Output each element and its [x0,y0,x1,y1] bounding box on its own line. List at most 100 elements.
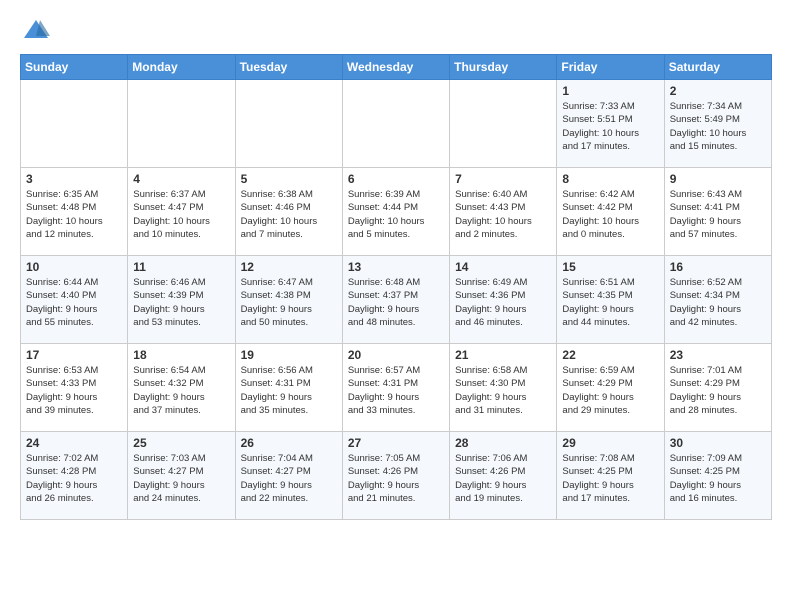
weekday-header-tuesday: Tuesday [235,55,342,80]
day-number: 8 [562,172,658,186]
day-number: 26 [241,436,337,450]
day-info: Sunrise: 6:37 AM Sunset: 4:47 PM Dayligh… [133,188,229,241]
calendar-cell [342,80,449,168]
calendar-cell: 1 Sunrise: 7:33 AM Sunset: 5:51 PM Daylig… [557,80,664,168]
calendar-cell: 30 Sunrise: 7:09 AM Sunset: 4:25 PM Dayli… [664,432,771,520]
day-info: Sunrise: 7:34 AM Sunset: 5:49 PM Dayligh… [670,100,766,153]
day-number: 22 [562,348,658,362]
calendar-cell [21,80,128,168]
calendar-cell: 28 Sunrise: 7:06 AM Sunset: 4:26 PM Dayli… [450,432,557,520]
calendar-cell: 21Sunrise: 6:58 AM Sunset: 4:30 PM Dayli… [450,344,557,432]
week-row-2: 10 Sunrise: 6:44 AM Sunset: 4:40 PM Dayli… [21,256,772,344]
weekday-header-saturday: Saturday [664,55,771,80]
week-row-4: 24 Sunrise: 7:02 AM Sunset: 4:28 PM Dayli… [21,432,772,520]
calendar-cell: 23 Sunrise: 7:01 AM Sunset: 4:29 PM Dayli… [664,344,771,432]
day-number: 20 [348,348,444,362]
weekday-header-friday: Friday [557,55,664,80]
day-info: Sunrise: 7:02 AM Sunset: 4:28 PM Dayligh… [26,452,122,505]
day-info: Sunrise: 6:47 AM Sunset: 4:38 PM Dayligh… [241,276,337,329]
day-number: 19 [241,348,337,362]
calendar-cell [128,80,235,168]
day-number: 10 [26,260,122,274]
day-number: 23 [670,348,766,362]
calendar-cell: 11 Sunrise: 6:46 AM Sunset: 4:39 PM Dayli… [128,256,235,344]
day-info: Sunrise: 7:06 AM Sunset: 4:26 PM Dayligh… [455,452,551,505]
day-number: 12 [241,260,337,274]
day-info: Sunrise: 6:40 AM Sunset: 4:43 PM Dayligh… [455,188,551,241]
day-number: 14 [455,260,551,274]
calendar-cell: 22 Sunrise: 6:59 AM Sunset: 4:29 PM Dayli… [557,344,664,432]
weekday-header-wednesday: Wednesday [342,55,449,80]
header [20,16,772,44]
calendar-cell: 5 Sunrise: 6:38 AM Sunset: 4:46 PM Daylig… [235,168,342,256]
calendar-cell: 19Sunrise: 6:56 AM Sunset: 4:31 PM Dayli… [235,344,342,432]
day-number: 18 [133,348,229,362]
day-info: Sunrise: 6:57 AM Sunset: 4:31 PM Dayligh… [348,364,444,417]
calendar-cell: 4 Sunrise: 6:37 AM Sunset: 4:47 PM Daylig… [128,168,235,256]
day-number: 16 [670,260,766,274]
day-number: 1 [562,84,658,98]
day-number: 15 [562,260,658,274]
day-number: 3 [26,172,122,186]
day-number: 29 [562,436,658,450]
day-info: Sunrise: 6:51 AM Sunset: 4:35 PM Dayligh… [562,276,658,329]
calendar-cell: 18 Sunrise: 6:54 AM Sunset: 4:32 PM Dayli… [128,344,235,432]
day-info: Sunrise: 6:52 AM Sunset: 4:34 PM Dayligh… [670,276,766,329]
week-row-0: 1 Sunrise: 7:33 AM Sunset: 5:51 PM Daylig… [21,80,772,168]
calendar-cell: 2Sunrise: 7:34 AM Sunset: 5:49 PM Daylig… [664,80,771,168]
calendar-cell: 6 Sunrise: 6:39 AM Sunset: 4:44 PM Daylig… [342,168,449,256]
day-number: 13 [348,260,444,274]
day-info: Sunrise: 6:53 AM Sunset: 4:33 PM Dayligh… [26,364,122,417]
calendar-cell: 12 Sunrise: 6:47 AM Sunset: 4:38 PM Dayli… [235,256,342,344]
day-info: Sunrise: 7:03 AM Sunset: 4:27 PM Dayligh… [133,452,229,505]
calendar-cell: 16 Sunrise: 6:52 AM Sunset: 4:34 PM Dayli… [664,256,771,344]
calendar-cell: 7 Sunrise: 6:40 AM Sunset: 4:43 PM Daylig… [450,168,557,256]
day-info: Sunrise: 7:09 AM Sunset: 4:25 PM Dayligh… [670,452,766,505]
day-info: Sunrise: 6:44 AM Sunset: 4:40 PM Dayligh… [26,276,122,329]
day-number: 5 [241,172,337,186]
logo [20,16,50,44]
day-number: 30 [670,436,766,450]
calendar-cell [235,80,342,168]
day-info: Sunrise: 7:01 AM Sunset: 4:29 PM Dayligh… [670,364,766,417]
calendar-header: SundayMondayTuesdayWednesdayThursdayFrid… [21,55,772,80]
day-number: 28 [455,436,551,450]
day-info: Sunrise: 6:46 AM Sunset: 4:39 PM Dayligh… [133,276,229,329]
calendar-cell: 24 Sunrise: 7:02 AM Sunset: 4:28 PM Dayli… [21,432,128,520]
day-info: Sunrise: 7:33 AM Sunset: 5:51 PM Dayligh… [562,100,658,153]
day-info: Sunrise: 6:39 AM Sunset: 4:44 PM Dayligh… [348,188,444,241]
day-number: 6 [348,172,444,186]
calendar-cell: 20 Sunrise: 6:57 AM Sunset: 4:31 PM Dayli… [342,344,449,432]
day-number: 9 [670,172,766,186]
calendar-cell: 27Sunrise: 7:05 AM Sunset: 4:26 PM Dayli… [342,432,449,520]
calendar-cell: 17 Sunrise: 6:53 AM Sunset: 4:33 PM Dayli… [21,344,128,432]
calendar-cell [450,80,557,168]
weekday-header-monday: Monday [128,55,235,80]
calendar-cell: 13 Sunrise: 6:48 AM Sunset: 4:37 PM Dayli… [342,256,449,344]
day-number: 11 [133,260,229,274]
day-info: Sunrise: 6:59 AM Sunset: 4:29 PM Dayligh… [562,364,658,417]
calendar-cell: 26 Sunrise: 7:04 AM Sunset: 4:27 PM Dayli… [235,432,342,520]
day-info: Sunrise: 6:38 AM Sunset: 4:46 PM Dayligh… [241,188,337,241]
day-number: 17 [26,348,122,362]
day-info: Sunrise: 6:48 AM Sunset: 4:37 PM Dayligh… [348,276,444,329]
calendar-cell: 8Sunrise: 6:42 AM Sunset: 4:42 PM Daylig… [557,168,664,256]
calendar-cell: 14Sunrise: 6:49 AM Sunset: 4:36 PM Dayli… [450,256,557,344]
day-number: 4 [133,172,229,186]
day-number: 24 [26,436,122,450]
calendar-table: SundayMondayTuesdayWednesdayThursdayFrid… [20,54,772,520]
week-row-1: 3 Sunrise: 6:35 AM Sunset: 4:48 PM Daylig… [21,168,772,256]
day-number: 7 [455,172,551,186]
day-number: 27 [348,436,444,450]
week-row-3: 17 Sunrise: 6:53 AM Sunset: 4:33 PM Dayli… [21,344,772,432]
day-info: Sunrise: 7:04 AM Sunset: 4:27 PM Dayligh… [241,452,337,505]
day-info: Sunrise: 6:35 AM Sunset: 4:48 PM Dayligh… [26,188,122,241]
day-number: 25 [133,436,229,450]
weekday-header-thursday: Thursday [450,55,557,80]
day-info: Sunrise: 6:58 AM Sunset: 4:30 PM Dayligh… [455,364,551,417]
calendar-cell: 3 Sunrise: 6:35 AM Sunset: 4:48 PM Daylig… [21,168,128,256]
day-info: Sunrise: 6:43 AM Sunset: 4:41 PM Dayligh… [670,188,766,241]
calendar-body: 1 Sunrise: 7:33 AM Sunset: 5:51 PM Daylig… [21,80,772,520]
day-info: Sunrise: 6:54 AM Sunset: 4:32 PM Dayligh… [133,364,229,417]
calendar-cell: 25 Sunrise: 7:03 AM Sunset: 4:27 PM Dayli… [128,432,235,520]
